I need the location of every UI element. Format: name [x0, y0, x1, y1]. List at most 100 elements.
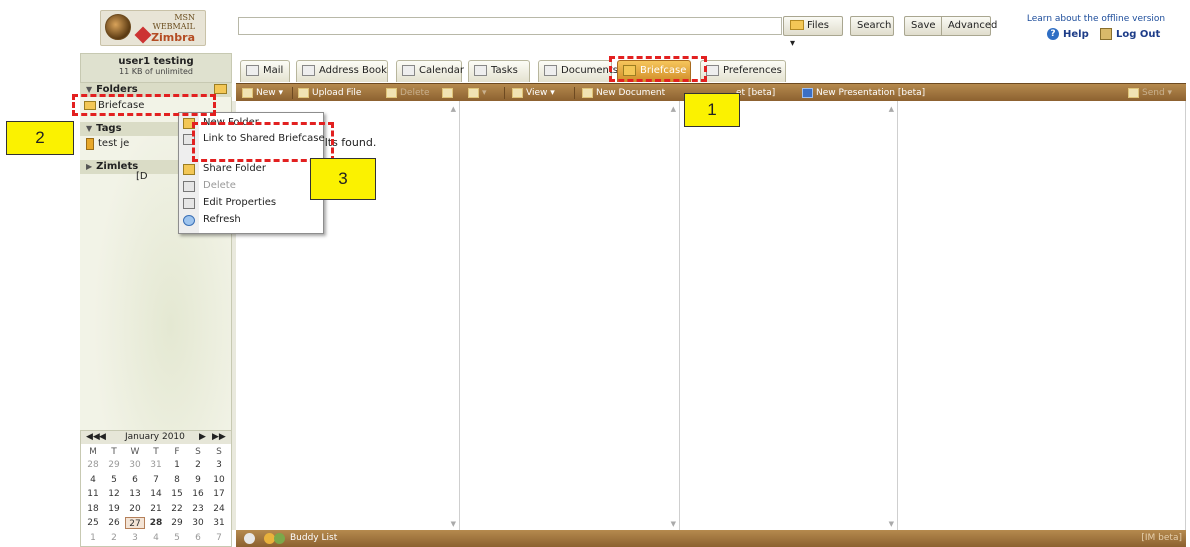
calendar-day[interactable]: 3 [209, 459, 229, 471]
view-button[interactable]: View ▾ [512, 87, 555, 99]
calendar-day[interactable]: 14 [146, 488, 166, 500]
tag-label: test je [98, 138, 130, 149]
next-year-button[interactable]: ▶▶ [212, 431, 226, 444]
new-spreadsheet-button[interactable]: et [beta] [736, 87, 775, 99]
calendar-day[interactable]: 24 [209, 503, 229, 515]
calendar-day[interactable]: 31 [146, 459, 166, 471]
calendar-day[interactable]: 29 [104, 459, 124, 471]
upload-file-button[interactable]: Upload File [298, 87, 361, 99]
delete-label: Delete [400, 88, 430, 98]
calendar-day[interactable]: 21 [146, 503, 166, 515]
callout-2: 2 [6, 121, 74, 155]
calendar-day[interactable]: 22 [167, 503, 187, 515]
calendar-header: ◀◀ ◀ January 2010 ▶ ▶▶ [81, 431, 231, 444]
logout-link[interactable]: Log Out [1100, 28, 1160, 40]
new-presentation-button[interactable]: New Presentation [beta] [802, 87, 925, 99]
calendar-day[interactable]: 16 [188, 488, 208, 500]
calendar-day[interactable]: 13 [125, 488, 145, 500]
calendar-day[interactable]: 6 [188, 532, 208, 544]
calendar-day[interactable]: 27 [125, 517, 145, 529]
new-document-button[interactable]: New Document [582, 87, 665, 99]
menu-item-refresh[interactable]: Refresh [183, 212, 241, 228]
prev-month-button[interactable]: ◀ [99, 431, 106, 444]
logout-icon [1100, 28, 1112, 40]
calendar-day[interactable]: 28 [83, 459, 103, 471]
offline-version-link[interactable]: Learn about the offline version [1016, 14, 1176, 24]
calendar-day[interactable]: 30 [125, 459, 145, 471]
calendar-day[interactable]: 30 [188, 517, 208, 529]
calendar-day[interactable]: 15 [167, 488, 187, 500]
calendar-day[interactable]: 19 [104, 503, 124, 515]
calendar-day[interactable]: 12 [104, 488, 124, 500]
calendar-day[interactable]: 17 [209, 488, 229, 500]
scroll-down-icon[interactable]: ▼ [451, 520, 456, 528]
calendar-day[interactable]: 20 [125, 503, 145, 515]
add-folder-icon[interactable] [214, 84, 227, 94]
calendar-weekday: T [111, 447, 117, 457]
scroll-up-icon[interactable]: ▲ [451, 105, 456, 113]
search-button[interactable]: Search [850, 16, 894, 36]
tab-mail[interactable]: Mail [240, 60, 290, 82]
calendar-day[interactable]: 2 [188, 459, 208, 471]
menu-item-share-folder[interactable]: Share Folder [183, 161, 266, 177]
calendar-day[interactable]: 23 [188, 503, 208, 515]
calendar-day[interactable]: 4 [83, 474, 103, 486]
menu-item-edit-properties[interactable]: Edit Properties [183, 195, 276, 211]
mini-calendar: ◀◀ ◀ January 2010 ▶ ▶▶ M T W T F S S 28 29 30 31 1 2… [80, 430, 232, 547]
tab-preferences[interactable]: Preferences [700, 60, 786, 82]
calendar-day[interactable]: 10 [209, 474, 229, 486]
advanced-search-button[interactable]: Advanced [941, 16, 997, 36]
calendar-day[interactable]: 18 [83, 503, 103, 515]
menu-item-delete[interactable]: Delete [183, 178, 236, 194]
calendar-day[interactable]: 28 [146, 517, 166, 529]
send-button[interactable]: Send ▾ [1128, 87, 1172, 99]
calendar-day[interactable]: 6 [125, 474, 145, 486]
calendar-day[interactable]: 25 [83, 517, 103, 529]
help-link[interactable]: ? Help [1047, 28, 1089, 40]
sidebar-item-tag[interactable]: test je [84, 137, 129, 151]
calendar-day[interactable]: 7 [209, 532, 229, 544]
status-icon [244, 533, 255, 544]
calendar-day[interactable]: 1 [167, 459, 187, 471]
calendar-day[interactable]: 2 [104, 532, 124, 544]
calendar-month-label: January 2010 [125, 432, 185, 442]
files-dropdown[interactable]: Files ▾ [783, 16, 843, 49]
toolbar-divider [574, 87, 575, 99]
new-label: New ▾ [256, 88, 284, 98]
calendar-day[interactable]: 4 [146, 532, 166, 544]
scroll-up-icon[interactable]: ▲ [671, 105, 676, 113]
calendar-day[interactable]: 26 [104, 517, 124, 529]
calendar-day[interactable]: 7 [146, 474, 166, 486]
save-search-button[interactable]: Save [904, 16, 942, 36]
calendar-day[interactable]: 8 [167, 474, 187, 486]
search-input[interactable] [238, 17, 782, 35]
prev-year-button[interactable]: ◀◀ [86, 431, 100, 444]
toolbar-divider [292, 87, 293, 99]
tab-calendar[interactable]: Calendar [396, 60, 464, 82]
tab-label: Address Book [319, 65, 387, 76]
next-month-button[interactable]: ▶ [199, 431, 206, 444]
calendar-weekday: S [216, 447, 222, 457]
buddy-list-link[interactable]: Buddy List [290, 530, 337, 547]
move-button[interactable] [442, 87, 456, 99]
calendar-day[interactable]: 11 [83, 488, 103, 500]
help-label: Help [1063, 29, 1089, 40]
calendar-day[interactable]: 31 [209, 517, 229, 529]
tab-documents[interactable]: Documents [538, 60, 618, 82]
scroll-up-icon[interactable]: ▲ [889, 105, 894, 113]
delete-button[interactable]: Delete [386, 87, 430, 99]
logo-line-1: MSN [174, 13, 195, 22]
calendar-day[interactable]: 3 [125, 532, 145, 544]
calendar-weekday: M [89, 447, 97, 457]
tab-tasks[interactable]: Tasks [468, 60, 530, 82]
tag-button[interactable]: ▾ [468, 87, 487, 99]
calendar-day[interactable]: 1 [83, 532, 103, 544]
new-button[interactable]: New ▾ [242, 87, 283, 99]
calendar-day[interactable]: 5 [167, 532, 187, 544]
calendar-day[interactable]: 5 [104, 474, 124, 486]
calendar-day[interactable]: 29 [167, 517, 187, 529]
calendar-day[interactable]: 9 [188, 474, 208, 486]
scroll-down-icon[interactable]: ▼ [671, 520, 676, 528]
scroll-down-icon[interactable]: ▼ [889, 520, 894, 528]
tab-address-book[interactable]: Address Book [296, 60, 388, 82]
